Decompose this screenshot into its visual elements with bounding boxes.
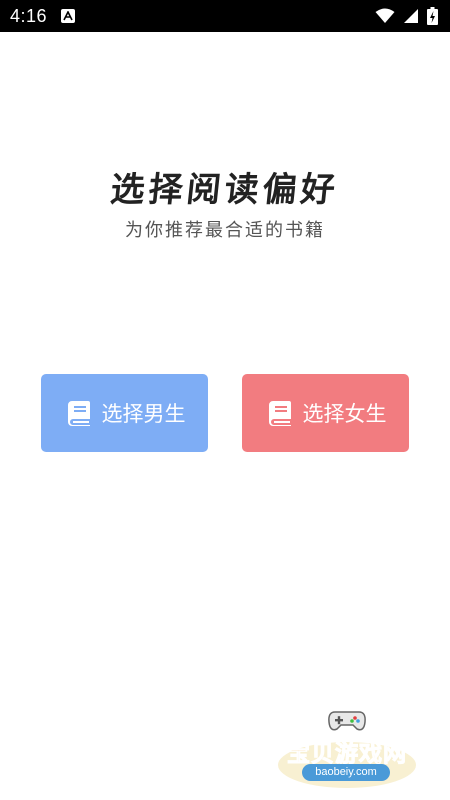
wifi-icon	[375, 8, 395, 23]
page-subtitle: 为你推荐最合适的书籍	[125, 220, 325, 241]
notification-a-icon	[61, 9, 76, 23]
choose-male-label: 选择男生	[101, 402, 186, 426]
book-icon	[67, 401, 90, 426]
status-icons	[375, 7, 438, 25]
choose-female-button[interactable]: 选择女生	[242, 374, 409, 452]
gamepad-icon	[328, 711, 366, 731]
watermark-site-name: 宝贝游戏网	[287, 741, 407, 768]
watermark-logo: 宝贝游戏网 baobeiy.com	[272, 702, 422, 792]
battery-icon	[427, 7, 438, 25]
signal-icon	[404, 9, 418, 23]
page-title: 选择阅读偏好	[108, 170, 341, 210]
watermark-url: baobeiy.com	[302, 764, 390, 781]
choose-male-button[interactable]: 选择男生	[41, 374, 208, 452]
choose-female-label: 选择女生	[302, 402, 387, 426]
status-time: 4:16	[10, 5, 48, 26]
status-bar: 4:16	[0, 0, 450, 32]
book-icon	[268, 401, 291, 426]
